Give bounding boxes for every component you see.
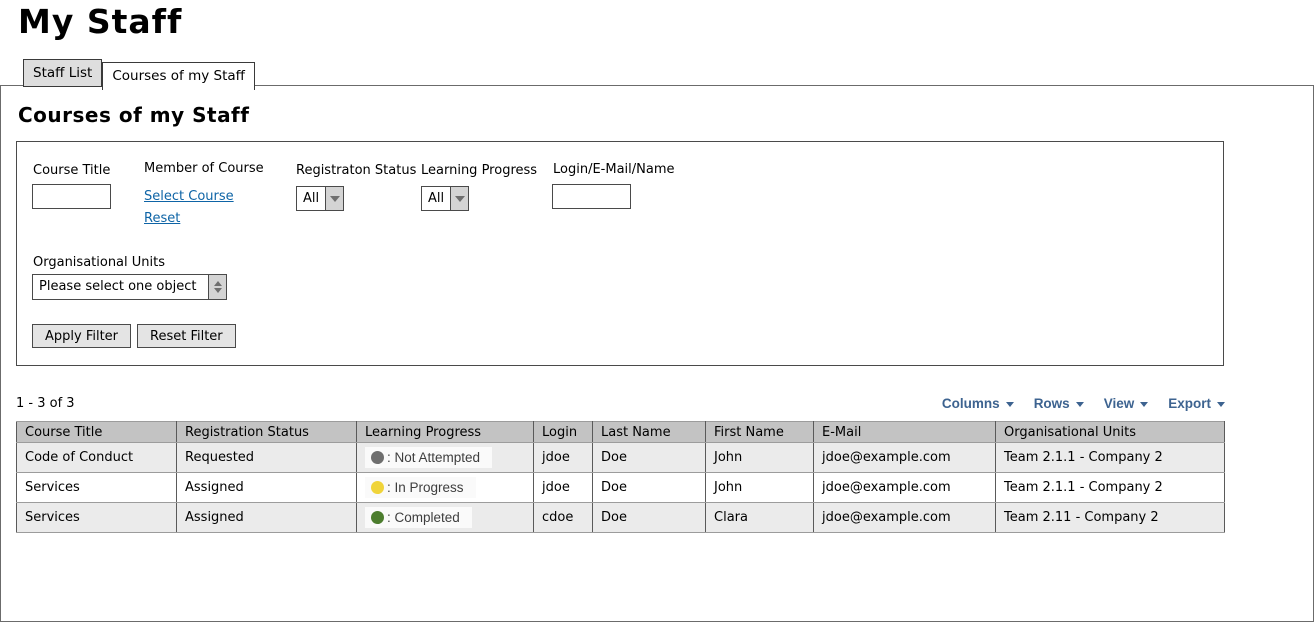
- cell-email: jdoe@example.com: [814, 503, 996, 533]
- cell-email: jdoe@example.com: [814, 443, 996, 473]
- cell-first-name: John: [706, 443, 814, 473]
- cell-login: jdoe: [534, 473, 593, 503]
- rows-menu[interactable]: Rows: [1034, 396, 1084, 411]
- organisational-units-select[interactable]: Please select one object: [32, 274, 227, 300]
- chevron-down-icon: [1140, 402, 1148, 407]
- organisational-units-value: Please select one object: [33, 275, 208, 299]
- cell-org-units: Team 2.1.1 - Company 2: [996, 443, 1225, 473]
- login-email-name-label: Login/E-Mail/Name: [553, 162, 675, 177]
- filter-panel: Course Title Member of Course Select Cou…: [16, 141, 1224, 366]
- cell-org-units: Team 2.11 - Company 2: [996, 503, 1225, 533]
- status-label: : Completed: [387, 510, 460, 525]
- reset-course-link[interactable]: Reset: [144, 211, 180, 226]
- header-course-title: Course Title: [17, 422, 177, 443]
- table-row: Services Assigned : Completed cdoe Doe C…: [17, 503, 1225, 533]
- cell-registration-status: Assigned: [177, 473, 357, 503]
- cell-last-name: Doe: [593, 443, 706, 473]
- header-email: E-Mail: [814, 422, 996, 443]
- organisational-units-label: Organisational Units: [33, 255, 165, 270]
- table-row: Code of Conduct Requested : Not Attempte…: [17, 443, 1225, 473]
- cell-first-name: Clara: [706, 503, 814, 533]
- member-of-course-label: Member of Course: [144, 161, 264, 176]
- cell-last-name: Doe: [593, 503, 706, 533]
- columns-menu[interactable]: Columns: [942, 396, 1014, 411]
- learning-progress-value: All: [422, 187, 450, 210]
- chevron-down-icon: [1006, 402, 1014, 407]
- page-title: My Staff: [18, 2, 182, 41]
- status-dot-icon: [371, 451, 384, 464]
- chevron-down-icon: [1076, 402, 1084, 407]
- cell-email: jdoe@example.com: [814, 473, 996, 503]
- courses-table: Course Title Registration Status Learnin…: [16, 421, 1225, 533]
- cell-course-title: Code of Conduct: [17, 443, 177, 473]
- cell-learning-progress: : In Progress: [357, 473, 534, 503]
- registration-status-value: All: [297, 187, 325, 210]
- header-registration-status: Registration Status: [177, 422, 357, 443]
- tab-content-panel: Courses of my Staff Course Title Member …: [0, 85, 1314, 622]
- tab-staff-list[interactable]: Staff List: [23, 59, 102, 87]
- view-menu[interactable]: View: [1104, 396, 1149, 411]
- apply-filter-button[interactable]: Apply Filter: [32, 324, 131, 348]
- cell-learning-progress: : Completed: [357, 503, 534, 533]
- spinner-arrows-icon: [208, 275, 226, 299]
- registration-status-dropdown[interactable]: All: [296, 186, 344, 211]
- cell-registration-status: Requested: [177, 443, 357, 473]
- cell-learning-progress: : Not Attempted: [357, 443, 534, 473]
- status-dot-icon: [371, 481, 384, 494]
- cell-login: jdoe: [534, 443, 593, 473]
- dropdown-arrow-icon: [450, 187, 468, 210]
- header-last-name: Last Name: [593, 422, 706, 443]
- reset-filter-button[interactable]: Reset Filter: [137, 324, 236, 348]
- chevron-down-icon: [1217, 402, 1225, 407]
- learning-progress-dropdown[interactable]: All: [421, 186, 469, 211]
- status-label: : In Progress: [387, 480, 464, 495]
- export-menu[interactable]: Export: [1168, 396, 1225, 411]
- learning-progress-label: Learning Progress: [421, 163, 537, 178]
- cell-course-title: Services: [17, 503, 177, 533]
- results-count: 1 - 3 of 3: [16, 396, 75, 411]
- select-course-link[interactable]: Select Course: [144, 189, 234, 204]
- header-first-name: First Name: [706, 422, 814, 443]
- table-header-row: Course Title Registration Status Learnin…: [17, 422, 1225, 443]
- cell-first-name: John: [706, 473, 814, 503]
- status-badge: : In Progress: [365, 477, 476, 498]
- cell-org-units: Team 2.1.1 - Company 2: [996, 473, 1225, 503]
- dropdown-arrow-icon: [325, 187, 343, 210]
- cell-course-title: Services: [17, 473, 177, 503]
- results-bar: 1 - 3 of 3 Columns Rows View Export: [16, 396, 1225, 411]
- status-label: : Not Attempted: [387, 450, 480, 465]
- table-row: Services Assigned : In Progress jdoe Doe…: [17, 473, 1225, 503]
- section-heading: Courses of my Staff: [18, 103, 249, 127]
- course-title-input[interactable]: [32, 184, 111, 209]
- header-organisational-units: Organisational Units: [996, 422, 1225, 443]
- registration-status-label: Registraton Status: [296, 163, 416, 178]
- cell-registration-status: Assigned: [177, 503, 357, 533]
- tab-bar: Staff List Courses of my Staff: [23, 59, 255, 87]
- header-learning-progress: Learning Progress: [357, 422, 534, 443]
- course-title-label: Course Title: [33, 163, 110, 178]
- status-badge: : Not Attempted: [365, 447, 492, 468]
- tab-courses-of-my-staff[interactable]: Courses of my Staff: [102, 62, 255, 90]
- status-dot-icon: [371, 511, 384, 524]
- login-email-name-input[interactable]: [552, 184, 631, 209]
- cell-login: cdoe: [534, 503, 593, 533]
- table-toolbar: Columns Rows View Export: [942, 396, 1225, 411]
- header-login: Login: [534, 422, 593, 443]
- cell-last-name: Doe: [593, 473, 706, 503]
- status-badge: : Completed: [365, 507, 472, 528]
